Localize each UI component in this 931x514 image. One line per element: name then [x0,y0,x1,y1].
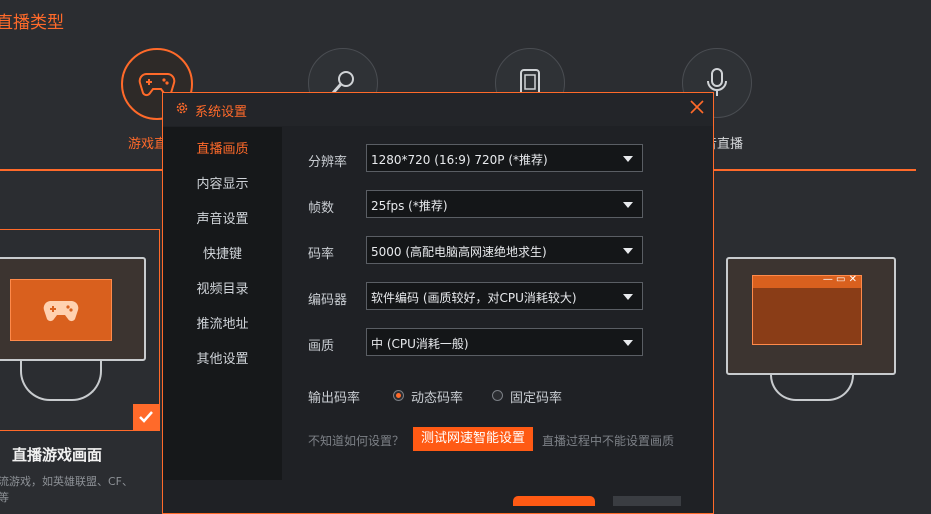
radio-fixed-label[interactable]: 固定码率 [510,387,562,406]
right-monitor: — ▭ ✕ [726,257,896,375]
fps-value: 25fps (*推荐) [371,199,448,213]
dialog-title: 系统设置 [195,105,248,120]
speed-test-button[interactable]: 测试网速智能设置 [413,427,533,451]
sidebar-item-other[interactable]: 其他设置 [163,348,282,367]
fps-select[interactable]: 25fps (*推荐) [366,190,643,218]
window-preview-titlebar: — ▭ ✕ [753,274,861,288]
sidebar-item-content[interactable]: 内容显示 [163,173,282,192]
chevron-down-icon [623,202,633,208]
resolution-value: 1280*720 (16:9) 720P (*推荐) [371,153,548,167]
gear-icon [176,102,188,114]
card-description: 流游戏，如英雄联盟、CF、 [0,475,134,488]
chevron-down-icon [623,156,633,162]
quality-label: 画质 [308,339,335,354]
encoder-value: 软件编码 (画质较好，对CPU消耗较大) [371,291,577,305]
card-title: 直播游戏画面 [12,446,103,464]
quality-value: 中 (CPU消耗一般) [371,337,469,351]
left-monitor [0,257,146,361]
sidebar-item-quality[interactable]: 直播画质 [163,138,282,157]
bitrate-select[interactable]: 5000 (高配电脑高网速绝地求生) [366,236,643,264]
left-monitor-stand [20,361,102,401]
close-icon[interactable] [689,99,705,115]
bitrate-label: 码率 [308,247,335,262]
card-description-2: 等 [0,491,9,504]
hint-question: 不知道如何设置？ [308,434,405,448]
checkmark-icon [139,411,153,423]
dialog-header: 系统设置 [163,93,713,126]
gamepad-icon [43,301,79,322]
chevron-down-icon [623,294,633,300]
resolution-select[interactable]: 1280*720 (16:9) 720P (*推荐) [366,144,643,172]
right-monitor-stand [770,375,854,401]
encoder-label: 编码器 [308,293,348,308]
chevron-down-icon [623,248,633,254]
window-preview: — ▭ ✕ [752,274,862,345]
sidebar-item-video-dir[interactable]: 视频目录 [163,278,282,297]
section-title: 直播类型 [0,13,64,33]
bitrate-value: 5000 (高配电脑高网速绝地求生) [371,245,547,259]
radio-dynamic[interactable] [393,390,404,401]
radio-dynamic-label[interactable]: 动态码率 [411,387,463,406]
chevron-down-icon [623,340,633,346]
selected-check [133,404,159,430]
resolution-label: 分辨率 [308,155,348,170]
output-bitrate-label: 输出码率 [308,391,361,406]
sidebar-item-stream-url[interactable]: 推流地址 [163,313,282,332]
quality-select[interactable]: 中 (CPU消耗一般) [366,328,643,356]
game-window-preview [10,279,112,341]
sidebar-item-audio[interactable]: 声音设置 [163,208,282,227]
window-controls-icon: — ▭ ✕ [822,274,857,285]
sidebar-item-hotkeys[interactable]: 快捷键 [163,243,282,262]
encoder-select[interactable]: 软件编码 (画质较好，对CPU消耗较大) [366,282,643,310]
fps-label: 帧数 [308,201,335,216]
settings-sidebar: 直播画质 内容显示 声音设置 快捷键 视频目录 推流地址 其他设置 [163,127,282,480]
radio-fixed[interactable] [492,390,503,401]
hint-live: 直播过程中不能设置画质 [542,434,675,448]
settings-dialog: 系统设置 直播画质 内容显示 声音设置 快捷键 视频目录 推流地址 其他设置 分… [162,92,714,514]
